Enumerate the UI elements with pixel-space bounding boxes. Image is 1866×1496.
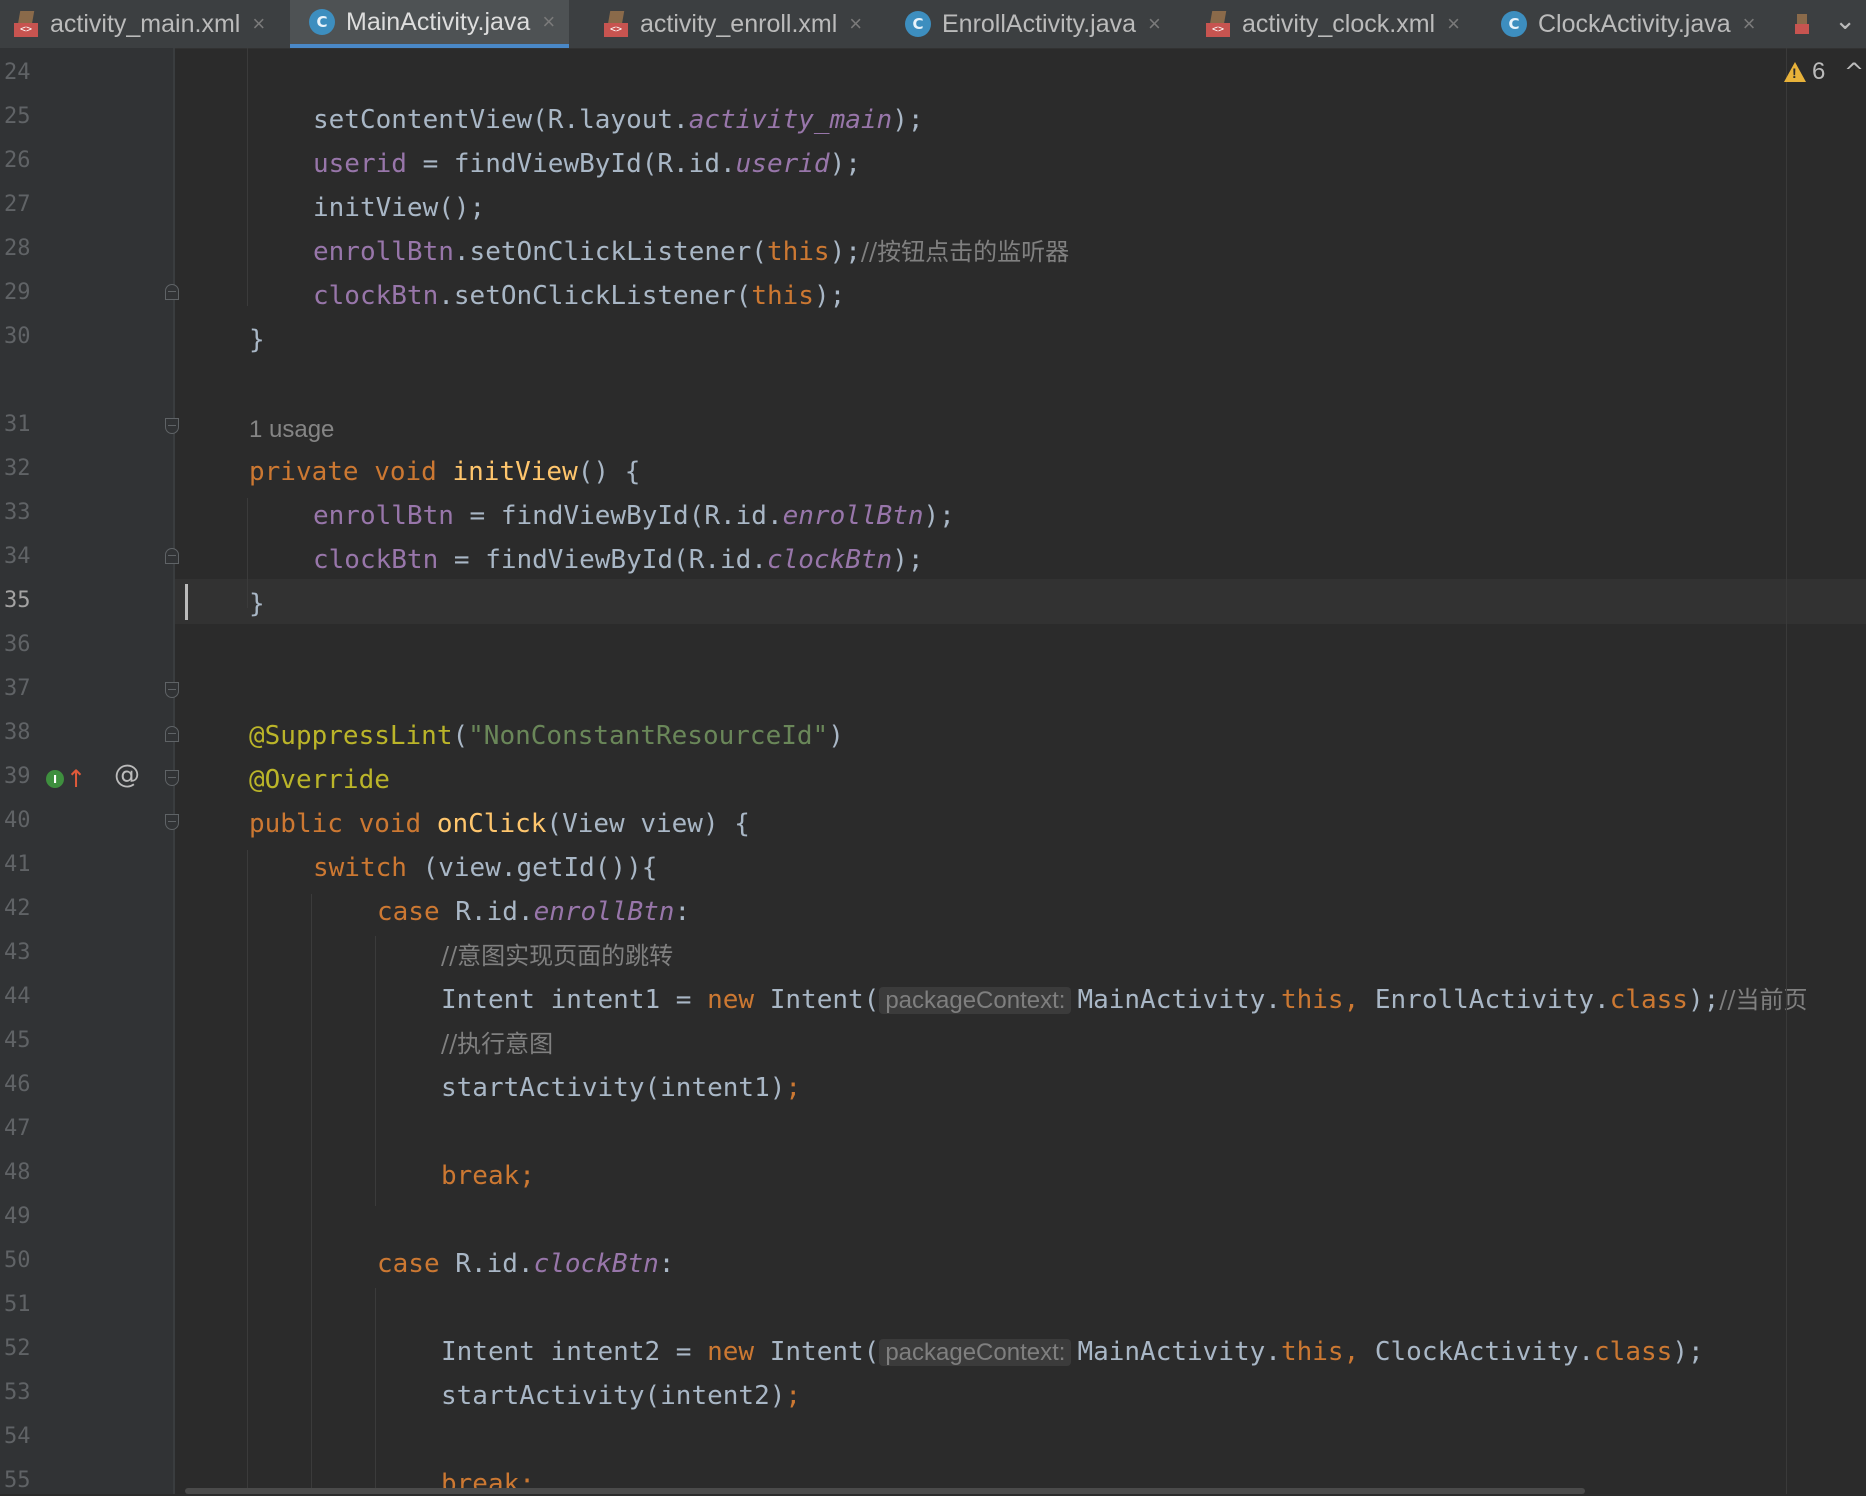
code-line-24: setContentView(R.layout.activity_main); [313, 105, 924, 135]
line-number: 29 [4, 280, 31, 305]
warning-icon [1784, 62, 1806, 82]
code-line-33: clockBtn = findViewById(R.id.clockBtn); [313, 545, 924, 575]
previous-highlight-icon[interactable]: ^ [1844, 58, 1864, 86]
java-class-icon: C [1500, 10, 1528, 38]
code-editor[interactable]: setContentView(R.layout.activity_main); … [175, 48, 1866, 1494]
tab-activity-clock-xml[interactable]: <> activity_clock.xml × [1204, 0, 1460, 48]
close-icon[interactable]: × [252, 11, 265, 37]
tab-clock-activity-java[interactable]: C ClockActivity.java × [1500, 0, 1756, 48]
code-line-51: Intent intent2 = new Intent(packageConte… [441, 1337, 1704, 1367]
line-number: 25 [4, 104, 31, 129]
code-line-32: enrollBtn = findViewById(R.id.enrollBtn)… [313, 501, 955, 531]
code-line-34: } [249, 589, 265, 619]
tab-enroll-activity-java[interactable]: C EnrollActivity.java × [904, 0, 1161, 48]
line-number: 39 [4, 764, 31, 789]
code-line-26: initView(); [313, 193, 486, 223]
code-line-28: clockBtn.setOnClickListener(this); [313, 281, 846, 311]
overflow-tab-icon[interactable] [1795, 10, 1809, 38]
line-number: 51 [4, 1292, 31, 1317]
code-line-41: case R.id.enrollBtn: [377, 897, 691, 927]
param-hint: packageContext: [879, 987, 1072, 1014]
annotation-at-icon[interactable]: @ [114, 760, 140, 790]
line-number: 28 [4, 236, 31, 261]
chevron-down-icon[interactable]: ⌄ [1834, 6, 1856, 36]
xml-layout-icon: <> [12, 10, 40, 38]
code-line-29: } [249, 325, 265, 355]
line-number: 24 [4, 60, 31, 85]
tab-label: activity_enroll.xml [640, 9, 838, 38]
line-number: 40 [4, 808, 31, 833]
code-line-45: startActivity(intent1); [441, 1073, 802, 1103]
line-number: 42 [4, 896, 31, 921]
code-line-52: startActivity(intent2); [441, 1381, 802, 1411]
line-number: 33 [4, 500, 31, 525]
code-line-40: switch (view.getId()){ [313, 853, 658, 883]
param-hint: packageContext: [879, 1339, 1072, 1366]
line-number: 32 [4, 456, 31, 481]
java-class-icon: C [308, 8, 336, 36]
line-number: 50 [4, 1248, 31, 1273]
line-number: 37 [4, 676, 31, 701]
line-number: 43 [4, 940, 31, 965]
line-number: 41 [4, 852, 31, 877]
text-caret [185, 584, 188, 620]
tab-label: activity_clock.xml [1242, 9, 1436, 38]
line-number: 44 [4, 984, 31, 1009]
java-class-icon: C [904, 10, 932, 38]
code-line-43: Intent intent1 = new Intent(packageConte… [441, 985, 1808, 1015]
right-margin-guide [1786, 48, 1787, 1494]
implements-method-icon[interactable]: I ↑ [46, 765, 86, 793]
line-number: 54 [4, 1424, 31, 1449]
code-line-27: enrollBtn.setOnClickListener(this);//按钮点… [313, 237, 1070, 267]
line-number: 46 [4, 1072, 31, 1097]
line-number: 47 [4, 1116, 31, 1141]
tab-label: ClockActivity.java [1538, 9, 1731, 38]
tab-activity-main-xml[interactable]: <> activity_main.xml × [12, 0, 265, 48]
tab-label: MainActivity.java [346, 7, 531, 36]
line-number: 52 [4, 1336, 31, 1361]
line-number: 55 [4, 1468, 31, 1493]
line-number: 45 [4, 1028, 31, 1053]
line-number: 38 [4, 720, 31, 745]
code-line-49: case R.id.clockBtn: [377, 1249, 675, 1279]
xml-layout-icon: <> [1204, 10, 1232, 38]
tab-label: EnrollActivity.java [942, 9, 1137, 38]
line-number: 27 [4, 192, 31, 217]
code-line-44: //执行意图 [441, 1030, 554, 1058]
line-number: 30 [4, 324, 31, 349]
close-icon[interactable]: × [1148, 11, 1161, 37]
tab-main-activity-java[interactable]: C MainActivity.java × [290, 0, 570, 48]
close-icon[interactable]: × [542, 9, 555, 35]
code-line-37: @SuppressLint("NonConstantResourceId") [249, 721, 844, 751]
tab-activity-enroll-xml[interactable]: <> activity_enroll.xml × [602, 0, 862, 48]
line-number: 34 [4, 544, 31, 569]
warning-count: 6 [1812, 58, 1826, 85]
code-line-47: break; [441, 1161, 535, 1191]
code-line-31: private void initView() { [249, 457, 641, 487]
inspection-widget[interactable]: 6 [1784, 58, 1825, 86]
code-line-38: @Override [249, 765, 390, 795]
line-number: 31 [4, 412, 31, 437]
xml-layout-icon: <> [602, 10, 630, 38]
close-icon[interactable]: × [1447, 11, 1460, 37]
editor-tab-bar: <> activity_main.xml × C MainActivity.ja… [0, 0, 1866, 49]
code-line-25: userid = findViewById(R.id.userid); [313, 149, 861, 179]
usage-hint[interactable]: 1 usage [249, 408, 334, 452]
current-line-highlight [175, 579, 1866, 624]
line-number: 36 [4, 632, 31, 657]
line-number-current: 35 [4, 588, 31, 613]
code-line-42: //意图实现页面的跳转 [441, 942, 674, 970]
line-number: 53 [4, 1380, 31, 1405]
code-line-39: public void onClick(View view) { [249, 809, 750, 839]
tab-label: activity_main.xml [50, 9, 241, 38]
line-number: 48 [4, 1160, 31, 1185]
line-number: 26 [4, 148, 31, 173]
close-icon[interactable]: × [1743, 11, 1756, 37]
line-number: 49 [4, 1204, 31, 1229]
close-icon[interactable]: × [849, 11, 862, 37]
horizontal-scrollbar[interactable] [185, 1488, 1585, 1494]
